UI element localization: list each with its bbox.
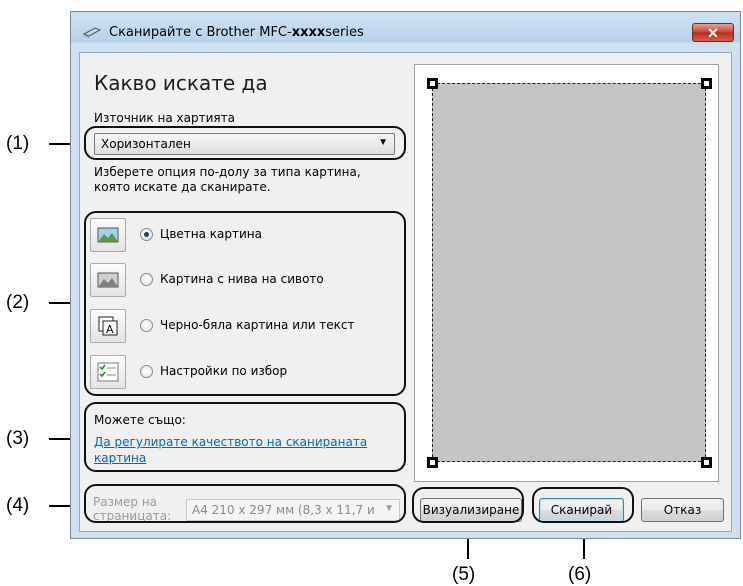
window-title: Сканирайте с Brother MFC-xxxxseries	[109, 25, 364, 40]
callout-3: (3)	[6, 428, 30, 449]
callout-4: (4)	[6, 495, 30, 516]
crop-handle-top-left[interactable]	[427, 78, 438, 89]
callout-box-page-size	[84, 484, 406, 523]
callout-2: (2)	[6, 292, 30, 313]
callout-1: (1)	[6, 133, 30, 154]
crop-handle-top-right[interactable]	[701, 78, 712, 89]
callout-box-also	[84, 402, 406, 472]
title-bar[interactable]: Сканирайте с Brother MFC-xxxxseries ✕	[71, 12, 740, 52]
callout-box-preview	[412, 487, 524, 523]
scanner-app-icon	[83, 27, 101, 38]
callout-6: (6)	[568, 564, 592, 585]
crop-handle-bottom-left[interactable]	[427, 457, 438, 468]
paper-source-label: Източник на хартията	[94, 111, 235, 125]
callout-box-paper-source	[84, 126, 406, 160]
callout-5: (5)	[452, 564, 476, 585]
callout-box-picture-options	[84, 211, 406, 396]
dialog-heading: Какво искате да	[94, 71, 268, 95]
scan-preview-area[interactable]	[414, 64, 719, 482]
callout-box-scan	[532, 487, 634, 523]
cancel-button[interactable]: Отказ	[641, 498, 724, 522]
scan-page-preview	[432, 83, 706, 462]
instruction-line-2: която искате да сканирате.	[94, 180, 271, 194]
instruction-line-1: Изберете опция по-долу за типа картина,	[94, 165, 361, 179]
crop-handle-bottom-right[interactable]	[701, 457, 712, 468]
close-button[interactable]: ✕	[692, 23, 734, 42]
